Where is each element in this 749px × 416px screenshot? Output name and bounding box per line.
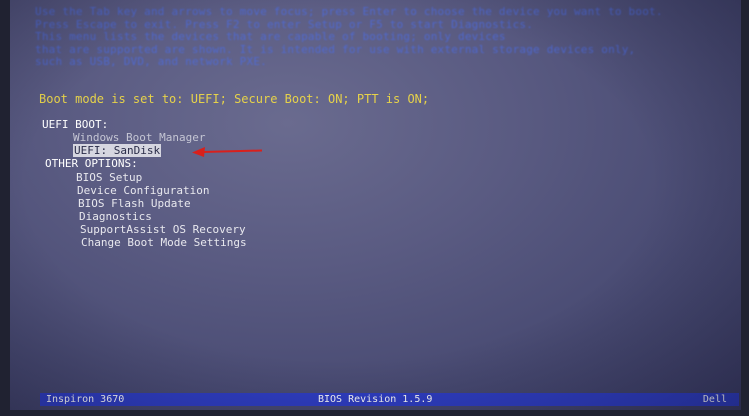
option-bios-setup[interactable]: BIOS Setup xyxy=(76,171,142,184)
help-text: Use the Tab key and arrows to move focus… xyxy=(35,5,735,69)
help-line: such as USB, DVD, and network PXE. xyxy=(35,55,267,68)
boot-option-windows-boot-manager[interactable]: Windows Boot Manager xyxy=(73,131,205,144)
status-bar: Inspiron 3670 BIOS Revision 1.5.9 Dell xyxy=(40,393,739,406)
option-diagnostics[interactable]: Diagnostics xyxy=(79,210,152,223)
option-change-boot-mode-settings[interactable]: Change Boot Mode Settings xyxy=(81,236,247,249)
boot-option-uefi-sandisk[interactable]: UEFI: SanDisk xyxy=(73,144,162,157)
option-device-configuration[interactable]: Device Configuration xyxy=(77,184,209,197)
option-bios-flash-update[interactable]: BIOS Flash Update xyxy=(78,197,191,210)
option-supportassist-os-recovery[interactable]: SupportAssist OS Recovery xyxy=(80,223,246,236)
brand-name: Dell xyxy=(702,394,727,405)
uefi-boot-heading: UEFI BOOT: xyxy=(42,118,109,131)
help-line: This menu lists the devices that are cap… xyxy=(35,30,506,43)
help-line: Use the Tab key and arrows to move focus… xyxy=(35,5,663,18)
photo-frame: Use the Tab key and arrows to move focus… xyxy=(0,0,749,416)
model-name: Inspiron 3670 xyxy=(46,394,125,405)
bios-boot-menu-screen: Use the Tab key and arrows to move focus… xyxy=(10,0,741,410)
bios-revision: BIOS Revision 1.5.9 xyxy=(318,394,433,405)
boot-mode-status: Boot mode is set to: UEFI; Secure Boot: … xyxy=(39,92,430,106)
red-arrow-icon xyxy=(192,147,263,157)
other-options-heading: OTHER OPTIONS: xyxy=(45,157,138,170)
